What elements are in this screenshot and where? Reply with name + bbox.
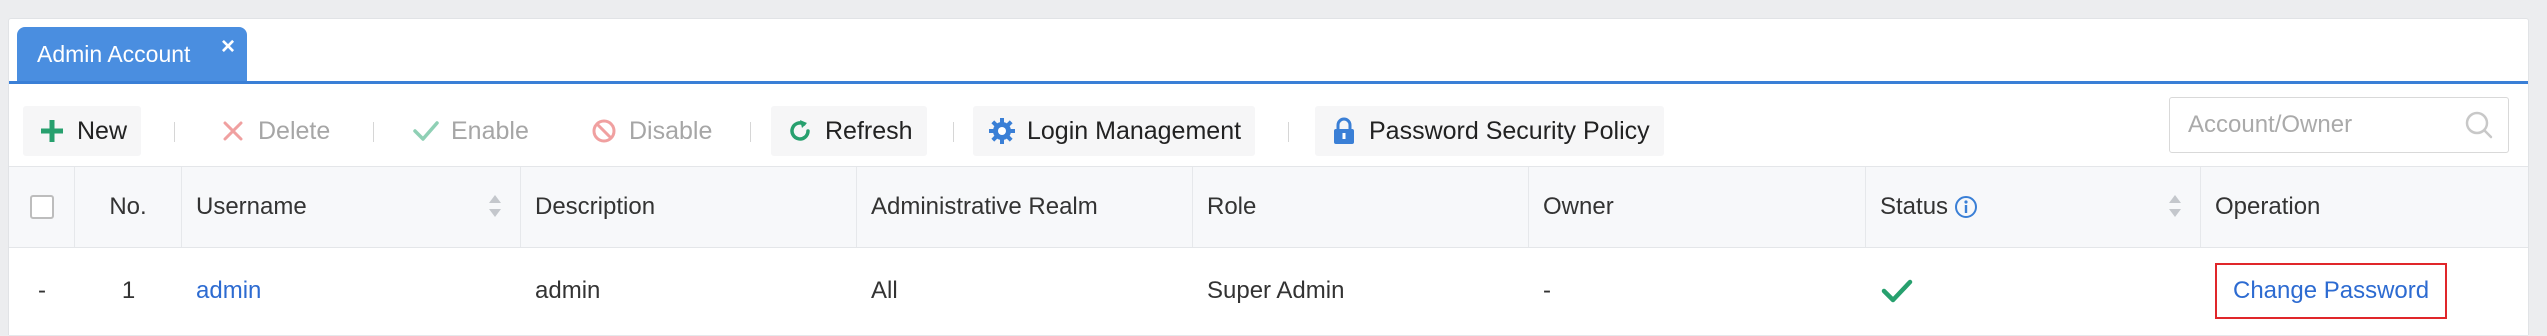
- ban-icon: [589, 116, 619, 146]
- delete-button[interactable]: Delete: [204, 106, 344, 156]
- sort-icon[interactable]: [2168, 193, 2182, 226]
- operation-cell: Change Password: [2201, 247, 2528, 335]
- divider: [1288, 122, 1289, 142]
- divider: [373, 122, 374, 142]
- refresh-button[interactable]: Refresh: [771, 106, 927, 156]
- column-header-no: No.: [75, 167, 182, 247]
- username-link[interactable]: admin: [182, 247, 521, 335]
- column-header-owner: Owner: [1529, 167, 1866, 247]
- column-header-administrative-realm: Administrative Realm: [857, 167, 1193, 247]
- lock-icon: [1329, 116, 1359, 146]
- divider: [953, 122, 954, 142]
- role-cell: Super Admin: [1207, 277, 1345, 304]
- sort-icon[interactable]: [488, 193, 502, 226]
- table-header: No. Username Description Administrative …: [9, 166, 2528, 248]
- status-cell: [1866, 247, 2201, 335]
- column-header-description: Description: [521, 167, 857, 247]
- refresh-icon: [785, 116, 815, 146]
- disable-button[interactable]: Disable: [575, 106, 726, 156]
- check-icon: [411, 116, 441, 146]
- column-header-username-label: Username: [196, 193, 307, 220]
- close-icon[interactable]: ×: [221, 33, 235, 61]
- row-number: 1: [121, 277, 136, 304]
- tab-label: Admin Account: [37, 40, 191, 67]
- search-icon[interactable]: [2464, 110, 2494, 145]
- select-all-cell: [9, 167, 75, 247]
- status-check-icon: [1880, 277, 1914, 305]
- login-management-button[interactable]: Login Management: [973, 106, 1256, 156]
- divider: [750, 122, 751, 142]
- realm-cell: All: [871, 277, 898, 304]
- disable-label: Disable: [629, 116, 713, 145]
- refresh-label: Refresh: [825, 116, 913, 145]
- password-security-policy-button[interactable]: Password Security Policy: [1315, 106, 1664, 156]
- table-row: - 1 admin admin All Super Admin - Change…: [9, 247, 2528, 336]
- change-password-button[interactable]: Change Password: [2215, 263, 2448, 319]
- tab-bar: Admin Account ×: [9, 19, 2528, 84]
- password-security-policy-label: Password Security Policy: [1369, 116, 1650, 145]
- gear-icon: [987, 116, 1017, 146]
- enable-button[interactable]: Enable: [397, 106, 543, 156]
- new-label: New: [77, 116, 128, 145]
- tab-admin-account[interactable]: Admin Account ×: [17, 27, 247, 81]
- expand-toggle[interactable]: -: [9, 247, 75, 335]
- column-header-status[interactable]: Status: [1866, 167, 2201, 247]
- search-input[interactable]: [2186, 110, 2460, 140]
- plus-icon: [37, 116, 67, 146]
- select-all-checkbox[interactable]: [29, 195, 54, 219]
- owner-cell: -: [1543, 277, 1551, 304]
- new-button[interactable]: New: [23, 106, 142, 156]
- delete-x-icon: [218, 116, 248, 146]
- column-header-operation: Operation: [2215, 193, 2321, 220]
- info-icon[interactable]: [1954, 195, 1978, 219]
- description-cell: admin: [535, 277, 601, 304]
- column-header-role: Role: [1193, 167, 1529, 247]
- column-header-username[interactable]: Username: [182, 167, 521, 247]
- delete-label: Delete: [258, 116, 331, 145]
- divider: [174, 122, 175, 142]
- admin-account-panel: Admin Account × New Delete Enable Disabl…: [8, 18, 2529, 336]
- login-management-label: Login Management: [1027, 116, 1242, 145]
- enable-label: Enable: [451, 116, 529, 145]
- column-header-status-label: Status: [1880, 193, 1949, 220]
- search-box: [2169, 97, 2509, 153]
